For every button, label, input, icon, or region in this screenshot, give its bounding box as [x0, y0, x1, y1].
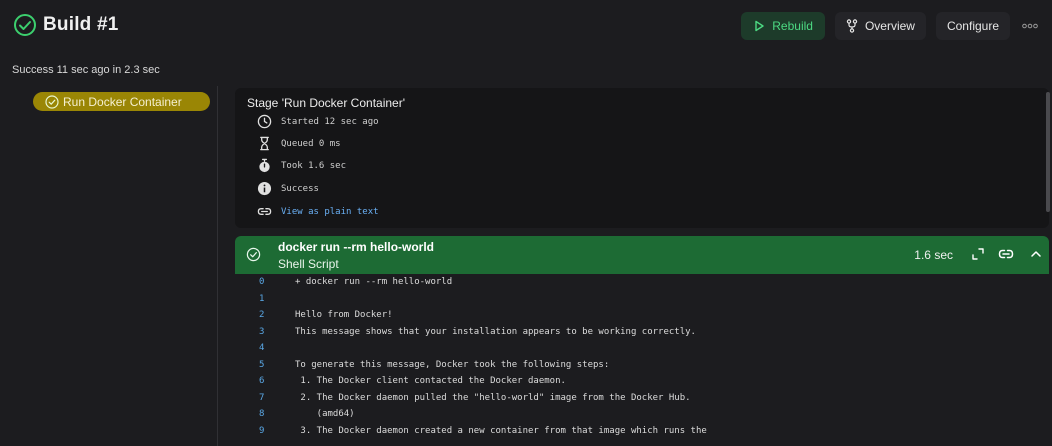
log-line-text: (amd64)	[295, 409, 355, 419]
stage-status-row: Success	[257, 181, 319, 196]
view-plain-text-link[interactable]: View as plain text	[281, 207, 379, 217]
log-line-number[interactable]: 2	[259, 307, 279, 323]
console-log: 0 + docker run --rm hello-world 1 2 Hello …	[235, 274, 1049, 446]
step-header[interactable]: docker run --rm hello-world Shell Script…	[235, 236, 1049, 274]
log-line-number[interactable]: 7	[259, 390, 279, 406]
clock-icon	[257, 114, 272, 129]
log-line-text: + docker run --rm hello-world	[295, 277, 453, 287]
log-line-number[interactable]: 3	[259, 324, 279, 340]
branch-icon	[846, 19, 858, 33]
link-icon[interactable]	[998, 247, 1014, 261]
overview-label: Overview	[864, 19, 915, 33]
stopwatch-icon	[259, 158, 270, 173]
stage-queued-text: Queued 0 ms	[281, 138, 341, 149]
page-title: Build #1	[43, 14, 119, 35]
stage-started-text: Started 12 sec ago	[281, 116, 379, 127]
page-scrollbar[interactable]	[1046, 92, 1050, 212]
stage-duration-text: Took 1.6 sec	[281, 160, 347, 171]
log-line-text: This message shows that your installatio…	[295, 326, 696, 337]
step-duration: 1.6 sec	[914, 248, 953, 262]
play-icon	[755, 20, 764, 32]
log-line-number[interactable]: 5	[259, 357, 279, 373]
chevron-up-icon[interactable]	[1029, 247, 1043, 261]
log-line-text: Hello from Docker!	[295, 310, 393, 320]
build-status-summary: Success 11 sec ago in 2.3 sec	[12, 64, 160, 76]
success-check-circle-icon	[246, 247, 261, 262]
header-actions: Rebuild Overview Configure	[731, 12, 1052, 40]
log-line-text: To generate this message, Docker took th…	[295, 359, 610, 370]
stage-status-text: Success	[281, 183, 319, 194]
step-command: docker run --rm hello-world	[278, 240, 435, 254]
configure-label: Configure	[946, 19, 999, 33]
rebuild-button[interactable]: Rebuild	[741, 12, 825, 40]
log-line-text: 3. The Docker daemon created a new conta…	[295, 425, 707, 436]
step-type: Shell Script	[278, 257, 339, 271]
overview-button[interactable]: Overview	[834, 12, 926, 40]
sidebar-stage-label: Run Docker Container	[63, 94, 182, 109]
log-line-text: 2. The Docker daemon pulled the "hello-w…	[295, 392, 691, 403]
log-line-number[interactable]: 6	[259, 373, 279, 389]
stage-duration-row: Took 1.6 sec	[257, 158, 346, 173]
rebuild-label: Rebuild	[772, 19, 813, 33]
hourglass-icon	[260, 136, 269, 151]
more-horizontal-icon	[1022, 23, 1038, 29]
expand-icon[interactable]	[971, 247, 985, 261]
build-title-group: Build #1	[13, 13, 119, 37]
log-line-number[interactable]: 1	[259, 291, 279, 307]
stage-queued-row: Queued 0 ms	[257, 136, 341, 151]
stage-title: Stage 'Run Docker Container'	[247, 96, 405, 110]
success-check-circle-icon	[14, 14, 36, 36]
stage-sidebar: Run Docker Container	[0, 86, 218, 446]
stage-details-card: Stage 'Run Docker Container' Started 12 …	[235, 88, 1049, 228]
log-line-text: 1. The Docker client contacted the Docke…	[295, 376, 566, 386]
more-options-button[interactable]	[1016, 12, 1044, 40]
view-plain-text-row[interactable]: View as plain text	[257, 204, 379, 219]
info-icon	[257, 181, 272, 196]
log-line-number[interactable]: 0	[259, 274, 279, 290]
page-header: Build #1 Rebuild Overview Configure	[0, 0, 1052, 56]
stage-started-row: Started 12 sec ago	[257, 114, 379, 129]
configure-button[interactable]: Configure	[935, 12, 1010, 40]
log-line-number[interactable]: 4	[259, 340, 279, 356]
link-icon	[257, 208, 272, 215]
log-line-number[interactable]: 9	[259, 423, 279, 439]
sidebar-stage-run-docker-container[interactable]: Run Docker Container	[33, 92, 210, 111]
success-check-circle-icon	[45, 94, 59, 109]
log-line-number[interactable]: 8	[259, 406, 279, 422]
